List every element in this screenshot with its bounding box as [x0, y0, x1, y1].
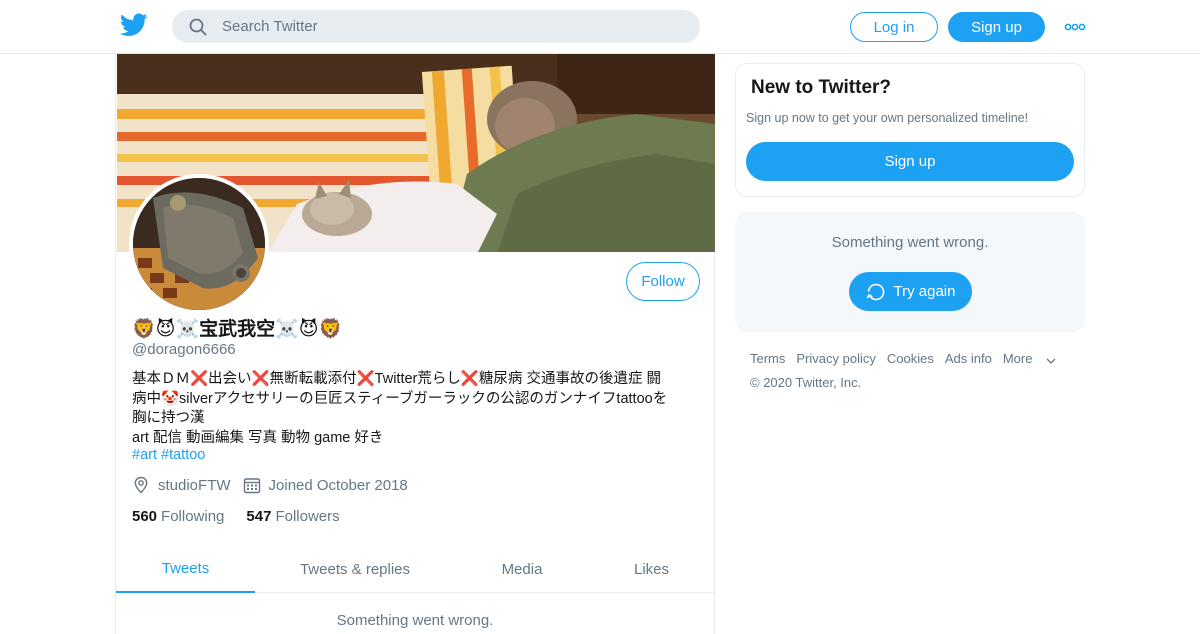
- footer-links: Terms Privacy policy Cookies Ads info Mo…: [750, 351, 1068, 366]
- profile-stats: 560 Following 547 Followers: [132, 508, 362, 525]
- timeline-error-message: Something went wrong.: [336, 612, 494, 629]
- followers-label: Followers: [275, 508, 340, 525]
- signup-card-subtitle: Sign up now to get your own personalized…: [746, 111, 1029, 125]
- followers-stat[interactable]: 547 Followers: [246, 508, 339, 525]
- error-card: Something went wrong. Try again: [735, 212, 1085, 332]
- signup-card-button[interactable]: Sign up: [746, 142, 1074, 181]
- try-again-button[interactable]: Try again: [849, 272, 972, 311]
- footer-link-more[interactable]: More: [1003, 351, 1058, 366]
- login-button[interactable]: Log in: [850, 12, 938, 42]
- footer-more-label: More: [1002, 351, 1033, 366]
- calendar-icon: [243, 478, 260, 494]
- footer-link-cookies[interactable]: Cookies: [887, 351, 934, 366]
- signup-card-title: New to Twitter?: [751, 77, 892, 98]
- profile-meta: studioFTW Joined October 2018: [132, 476, 420, 494]
- error-card-message: Something went wrong.: [831, 234, 989, 251]
- tab-media[interactable]: Media: [455, 545, 589, 593]
- tab-tweets-and-replies[interactable]: Tweets & replies: [255, 545, 455, 593]
- following-stat[interactable]: 560 Following: [132, 508, 224, 525]
- following-label: Following: [161, 508, 225, 525]
- profile-location: studioFTW: [132, 476, 231, 494]
- joined-text: Joined October 2018: [268, 476, 408, 494]
- location-pin-icon: [134, 476, 148, 494]
- signup-card: New to Twitter? Sign up now to get your …: [735, 63, 1085, 197]
- try-again-label: Try again: [893, 283, 956, 300]
- profile-handle[interactable]: @doragon6666: [132, 341, 236, 358]
- chevron-down-icon: [1046, 358, 1056, 364]
- profile-bio: 基本ＤＭ❌出会い❌無断転載添付❌Twitter荒らし❌糖尿病 交通事故の後遺症 …: [132, 370, 692, 448]
- tab-likes[interactable]: Likes: [589, 545, 714, 593]
- footer-link-ads-info[interactable]: Ads info: [945, 351, 992, 366]
- following-count: 560: [132, 508, 158, 525]
- signup-button[interactable]: Sign up: [948, 12, 1045, 42]
- bio-line: 基本ＤＭ❌出会い❌無断転載添付❌Twitter荒らし❌糖尿病 交通事故の後遺症 …: [132, 371, 661, 387]
- bio-line: art 配信 動画編集 写真 動物 game 好き: [132, 429, 384, 446]
- profile-column: Follow 🦁😈☠️宝武我空☠️😈🦁 @doragon6666 基本ＤＭ❌出会…: [115, 54, 715, 634]
- twitter-logo-icon[interactable]: [120, 13, 148, 37]
- search-input[interactable]: [222, 10, 682, 43]
- followers-count: 547: [246, 508, 272, 525]
- search-bar[interactable]: [172, 10, 700, 43]
- footer-link-terms[interactable]: Terms: [750, 351, 785, 366]
- top-navigation-bar: Log in Sign up: [0, 0, 1200, 54]
- bio-hashtags[interactable]: #art #tattoo: [132, 447, 205, 463]
- footer-copyright: © 2020 Twitter, Inc.: [750, 375, 862, 390]
- follow-button[interactable]: Follow: [626, 262, 700, 301]
- profile-joined: Joined October 2018: [243, 476, 408, 494]
- profile-display-name: 🦁😈☠️宝武我空☠️😈🦁: [132, 319, 343, 340]
- tab-tweets[interactable]: Tweets: [116, 545, 255, 593]
- refresh-icon: [866, 283, 884, 300]
- profile-avatar[interactable]: [129, 174, 269, 314]
- bio-line: 病中🤡silverアクセサリーの巨匠スティーブガーラックの公認のガンナイフtat…: [132, 390, 668, 407]
- more-options-icon[interactable]: [1064, 22, 1086, 32]
- search-icon: [189, 18, 207, 36]
- location-text: studioFTW: [158, 476, 231, 494]
- footer-link-privacy-policy[interactable]: Privacy policy: [796, 351, 875, 366]
- bio-line: 胸に持つ漢: [132, 410, 205, 426]
- profile-tabs: Tweets Tweets & replies Media Likes: [116, 545, 714, 593]
